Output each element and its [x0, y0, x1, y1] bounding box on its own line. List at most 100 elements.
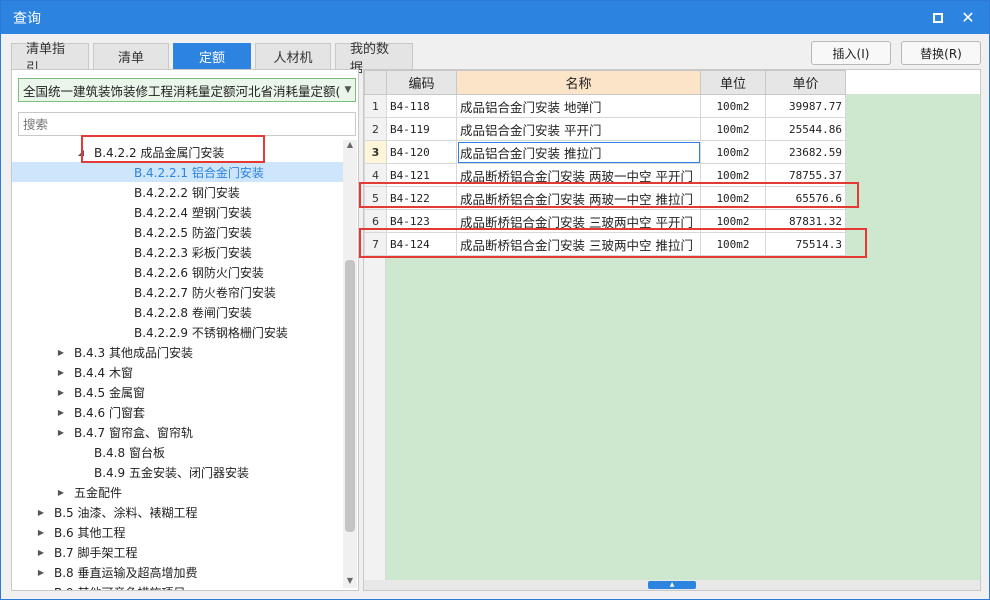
- tree-item[interactable]: ▶B.4.2.2.7 防火卷帘门安装: [12, 282, 344, 302]
- cell-name[interactable]: 成品铝合金门安装 地弹门: [456, 94, 701, 118]
- tab-quota[interactable]: 定额: [173, 43, 251, 69]
- collapsed-arrow-icon[interactable]: ▶: [56, 348, 66, 357]
- insert-button[interactable]: 插入(I): [811, 41, 891, 65]
- header-code[interactable]: 编码: [386, 70, 457, 95]
- cell-code[interactable]: B4-123: [386, 209, 457, 233]
- table-row[interactable]: 7 B4-124 成品断桥铝合金门安装 三玻两中空 推拉门 100m2 75514.3: [364, 232, 846, 256]
- collapsed-arrow-icon[interactable]: ▶: [36, 568, 46, 577]
- table-row[interactable]: 4 B4-121 成品断桥铝合金门安装 两玻一中空 平开门 100m2 78755.37: [364, 163, 846, 187]
- tree-item[interactable]: ▶ B.4.7 窗帘盒、窗帘轨: [12, 422, 344, 442]
- quota-library-select[interactable]: 全国统一建筑装饰装修工程消耗量定额河北省消耗量定额(20 ▼: [18, 78, 356, 102]
- cell-name[interactable]: 成品断桥铝合金门安装 两玻一中空 推拉门: [456, 186, 701, 210]
- tree-item[interactable]: ▶ B.4.6 门窗套: [12, 402, 344, 422]
- cell-unit[interactable]: 100m2: [700, 117, 766, 141]
- cell-price[interactable]: 39987.77: [765, 94, 846, 118]
- cell-price[interactable]: 65576.6: [765, 186, 846, 210]
- close-icon[interactable]: ✕: [957, 7, 979, 29]
- replace-button[interactable]: 替换(R): [901, 41, 981, 65]
- cell-code[interactable]: B4-121: [386, 163, 457, 187]
- tree-scrollbar[interactable]: ▲ ▼: [343, 140, 357, 588]
- row-number[interactable]: 1: [364, 94, 387, 118]
- cell-name[interactable]: 成品铝合金门安装 平开门: [456, 117, 701, 141]
- tree-item[interactable]: ▶ B.5 油漆、涂料、裱糊工程: [12, 502, 344, 522]
- row-number[interactable]: 6: [364, 209, 387, 233]
- tab-my-data[interactable]: 我的数据: [335, 42, 413, 76]
- cell-name[interactable]: 成品断桥铝合金门安装 三玻两中空 推拉门: [456, 232, 701, 256]
- table-row[interactable]: 6 B4-123 成品断桥铝合金门安装 三玻两中空 平开门 100m2 87831.32: [364, 209, 846, 233]
- collapsed-arrow-icon[interactable]: ▶: [36, 508, 46, 517]
- cell-unit[interactable]: 100m2: [700, 232, 766, 256]
- cell-name[interactable]: 成品铝合金门安装 推拉门: [456, 140, 701, 164]
- scroll-down-icon[interactable]: ▼: [343, 576, 357, 588]
- cell-unit[interactable]: 100m2: [700, 94, 766, 118]
- tree-item[interactable]: ▶B.4.2.2.2 钢门安装: [12, 182, 344, 202]
- row-number[interactable]: 4: [364, 163, 387, 187]
- row-number[interactable]: 7: [364, 232, 387, 256]
- tree-item[interactable]: ▶B.4.2.2.9 不锈钢格栅门安装: [12, 322, 344, 342]
- cell-price[interactable]: 87831.32: [765, 209, 846, 233]
- tree-item[interactable]: ▶ B.6 其他工程: [12, 522, 344, 542]
- tree-item[interactable]: ▶ B.4.3 其他成品门安装: [12, 342, 344, 362]
- collapsed-arrow-icon[interactable]: ▶: [36, 548, 46, 557]
- tab-list-guide[interactable]: 清单指引: [11, 42, 89, 76]
- grid-hscrollbar[interactable]: ▲: [364, 580, 980, 590]
- tree-item-label: B.8 垂直运输及超高增加费: [54, 565, 198, 580]
- tree-item[interactable]: ▶B.4.8 窗台板: [12, 442, 344, 462]
- tree-item[interactable]: ▶B.4.2.2.1 铝合金门安装: [12, 162, 344, 182]
- expanded-arrow-icon[interactable]: ◢: [76, 148, 86, 157]
- tree-item[interactable]: ▶ B.4.4 木窗: [12, 362, 344, 382]
- tree-item[interactable]: ▶B.4.2.2.6 钢防火门安装: [12, 262, 344, 282]
- tree-item[interactable]: ▶B.4.2.2.4 塑钢门安装: [12, 202, 344, 222]
- collapsed-arrow-icon[interactable]: ▶: [56, 408, 66, 417]
- cell-unit[interactable]: 100m2: [700, 186, 766, 210]
- chevron-down-icon[interactable]: ▼: [341, 85, 355, 95]
- cell-price[interactable]: 23682.59: [765, 140, 846, 164]
- cell-code[interactable]: B4-118: [386, 94, 457, 118]
- table-row[interactable]: 5 B4-122 成品断桥铝合金门安装 两玻一中空 推拉门 100m2 65576.6: [364, 186, 846, 210]
- row-number[interactable]: 5: [364, 186, 387, 210]
- tree-item[interactable]: ▶ B.8 垂直运输及超高增加费: [12, 562, 344, 582]
- cell-unit[interactable]: 100m2: [700, 209, 766, 233]
- header-unit[interactable]: 单位: [700, 70, 766, 95]
- tree-item[interactable]: ◢ B.4.2.2 成品金属门安装: [12, 142, 344, 162]
- row-number[interactable]: 2: [364, 117, 387, 141]
- tree-item[interactable]: ▶ B.7 脚手架工程: [12, 542, 344, 562]
- tree-item[interactable]: ▶B.4.2.2.8 卷闸门安装: [12, 302, 344, 322]
- scroll-thumb[interactable]: [345, 260, 355, 532]
- tree-item[interactable]: ▶ B.9 其他可竞争措施项目: [12, 582, 344, 591]
- collapsed-arrow-icon[interactable]: ▶: [36, 588, 46, 591]
- cell-unit[interactable]: 100m2: [700, 163, 766, 187]
- table-row[interactable]: 2 B4-119 成品铝合金门安装 平开门 100m2 25544.86: [364, 117, 846, 141]
- tree-item[interactable]: ▶B.4.2.2.3 彩板门安装: [12, 242, 344, 262]
- cell-name[interactable]: 成品断桥铝合金门安装 三玻两中空 平开门: [456, 209, 701, 233]
- tree-item[interactable]: ▶ B.4.5 金属窗: [12, 382, 344, 402]
- tree-item[interactable]: ▶B.4.2.2.5 防盗门安装: [12, 222, 344, 242]
- collapsed-arrow-icon[interactable]: ▶: [56, 388, 66, 397]
- scroll-up-icon[interactable]: ▲: [343, 140, 357, 152]
- collapsed-arrow-icon[interactable]: ▶: [36, 528, 46, 537]
- collapsed-arrow-icon[interactable]: ▶: [56, 488, 66, 497]
- cell-unit[interactable]: 100m2: [700, 140, 766, 164]
- splitter-grip-icon[interactable]: ▲: [648, 581, 696, 589]
- cell-price[interactable]: 25544.86: [765, 117, 846, 141]
- cell-name[interactable]: 成品断桥铝合金门安装 两玻一中空 平开门: [456, 163, 701, 187]
- tab-list[interactable]: 清单: [93, 43, 169, 69]
- cell-code[interactable]: B4-119: [386, 117, 457, 141]
- maximize-icon[interactable]: [927, 7, 949, 29]
- cell-price[interactable]: 78755.37: [765, 163, 846, 187]
- tree-item[interactable]: ▶ 五金配件: [12, 482, 344, 502]
- row-number[interactable]: 3: [364, 140, 387, 164]
- search-input[interactable]: [18, 112, 356, 136]
- cell-price[interactable]: 75514.3: [765, 232, 846, 256]
- table-row[interactable]: 3 B4-120 成品铝合金门安装 推拉门 100m2 23682.59: [364, 140, 846, 164]
- header-price[interactable]: 单价: [765, 70, 846, 95]
- cell-code[interactable]: B4-120: [386, 140, 457, 164]
- tab-labor-material-machine[interactable]: 人材机: [255, 43, 331, 69]
- cell-code[interactable]: B4-122: [386, 186, 457, 210]
- table-row[interactable]: 1 B4-118 成品铝合金门安装 地弹门 100m2 39987.77: [364, 94, 846, 118]
- tree-item[interactable]: ▶B.4.9 五金安装、闭门器安装: [12, 462, 344, 482]
- header-name[interactable]: 名称: [456, 70, 701, 95]
- collapsed-arrow-icon[interactable]: ▶: [56, 428, 66, 437]
- collapsed-arrow-icon[interactable]: ▶: [56, 368, 66, 377]
- cell-code[interactable]: B4-124: [386, 232, 457, 256]
